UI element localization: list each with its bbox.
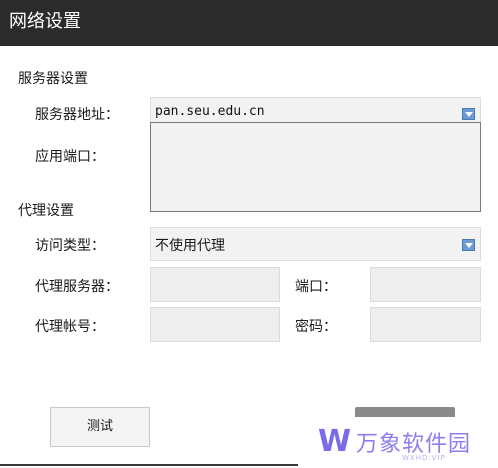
watermark-logo: W	[318, 424, 352, 459]
chevron-down-icon[interactable]	[462, 108, 475, 120]
proxy-server-input[interactable]	[150, 267, 280, 302]
window-title: 网络设置	[9, 11, 81, 32]
confirm-button[interactable]	[355, 407, 455, 417]
watermark-site: WXHD.VIP	[402, 454, 446, 462]
access-type-value: 不使用代理	[155, 238, 225, 254]
app-port-label: 应用端口：	[35, 149, 105, 165]
chevron-down-icon[interactable]	[462, 239, 475, 251]
server-address-value: pan.seu.edu.cn	[155, 104, 265, 119]
proxy-password-label: 密码：	[295, 319, 337, 335]
watermark: W 万象软件园 WXHD.VIP	[318, 424, 488, 464]
server-address-combobox[interactable]: pan.seu.edu.cn	[150, 97, 481, 124]
title-bar: 网络设置	[0, 0, 498, 46]
proxy-port-input[interactable]	[370, 267, 481, 302]
server-address-dropdown-list[interactable]	[150, 122, 481, 212]
server-settings-heading: 服务器设置	[18, 71, 88, 87]
proxy-port-label: 端口：	[295, 279, 337, 295]
access-type-select[interactable]: 不使用代理	[150, 227, 481, 261]
proxy-settings-heading: 代理设置	[18, 203, 74, 219]
server-address-label: 服务器地址：	[35, 107, 119, 123]
proxy-account-label: 代理帐号：	[35, 319, 105, 335]
proxy-account-input[interactable]	[150, 307, 280, 342]
proxy-password-input[interactable]	[370, 307, 481, 342]
access-type-label: 访问类型：	[35, 238, 105, 254]
test-button[interactable]: 测试	[50, 407, 150, 447]
proxy-server-label: 代理服务器：	[35, 279, 119, 295]
bottom-divider	[0, 464, 298, 466]
